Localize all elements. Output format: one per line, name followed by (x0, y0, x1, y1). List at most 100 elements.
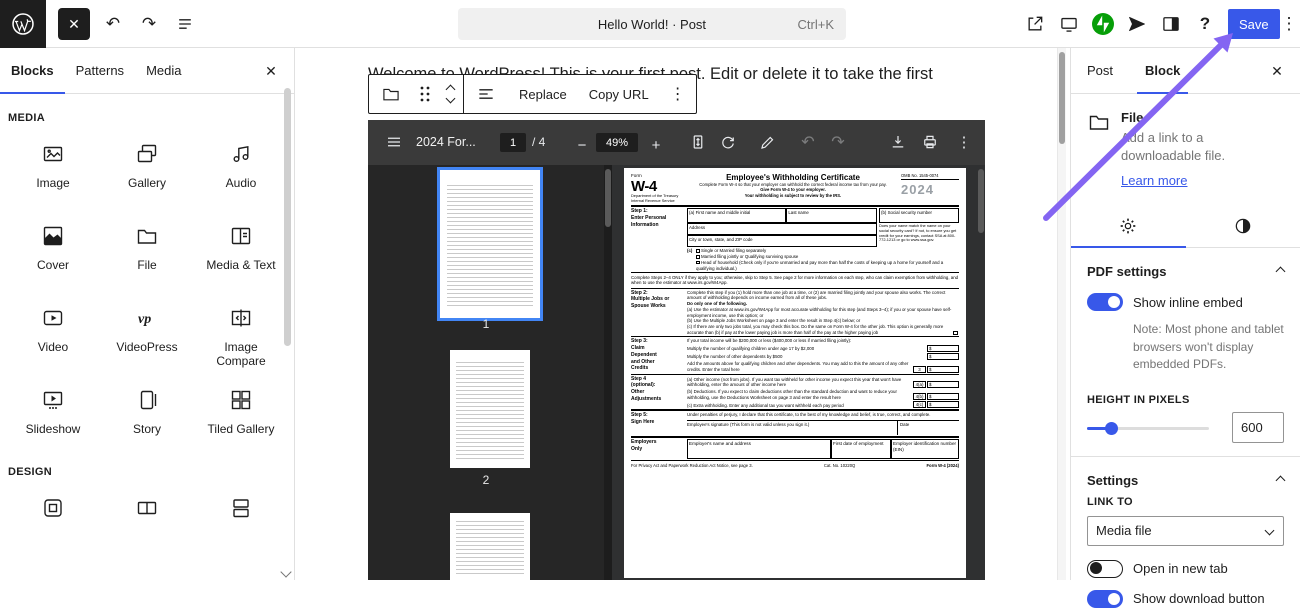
pdf-more-button[interactable]: ⋮ (952, 130, 976, 154)
command-center-bar[interactable]: Hello World! · Post Ctrl+K (458, 8, 846, 40)
block-item-audio[interactable]: Audio (194, 128, 288, 210)
block-item-file[interactable]: File (100, 210, 194, 292)
inserter-scrollbar-thumb[interactable] (284, 88, 291, 346)
block-item-image[interactable]: Image (6, 128, 100, 210)
thumbnail-scrollbar[interactable] (604, 165, 612, 580)
pdf-undo-button[interactable]: ↶ (796, 130, 820, 154)
block-item-row[interactable] (100, 482, 194, 564)
save-button[interactable]: Save (1228, 9, 1280, 39)
tab-blocks-label: Blocks (11, 63, 54, 78)
pdf-zoom-out-button[interactable]: − (570, 133, 594, 157)
tab-block[interactable]: Block (1129, 48, 1196, 93)
w4-filing-1: Single or Married filing separately (701, 248, 766, 253)
align-button[interactable] (464, 75, 508, 113)
show-download-toggle[interactable] (1087, 590, 1123, 608)
scroll-down-chevron-icon[interactable] (280, 566, 291, 577)
block-item-cover[interactable]: Cover (6, 210, 100, 292)
pdf-download-button[interactable] (886, 130, 910, 154)
block-item-stack[interactable] (194, 482, 288, 564)
block-item-group[interactable] (6, 482, 100, 564)
cover-block-icon (41, 224, 65, 248)
settings-panel-toggle[interactable]: Settings (1071, 456, 1300, 496)
close-inserter-panel-button[interactable]: ✕ (260, 60, 282, 82)
preview-devices-button[interactable] (1056, 11, 1082, 37)
open-new-tab-label: Open in new tab (1133, 561, 1228, 576)
pdf-rotate-button[interactable] (716, 130, 740, 154)
editor-scrollbar[interactable] (1057, 48, 1066, 580)
block-item-label: Cover (37, 258, 69, 272)
block-item-videopress[interactable]: vp VideoPress (100, 292, 194, 374)
drag-handle[interactable] (413, 75, 437, 113)
block-item-story[interactable]: Story (100, 374, 194, 456)
jetpack-button[interactable] (1090, 11, 1116, 37)
pdf-settings-heading: PDF settings (1087, 264, 1166, 279)
open-new-tab-toggle[interactable] (1087, 560, 1123, 578)
block-item-label: Tiled Gallery (208, 422, 275, 436)
pdf-thumbnail-page-1[interactable] (440, 170, 540, 318)
tab-blocks[interactable]: Blocks (0, 48, 65, 93)
close-settings-button[interactable]: ✕ (1266, 60, 1288, 82)
w4-step4-c: (c) Extra withholding. Enter any additio… (687, 403, 912, 409)
height-input[interactable] (1232, 412, 1284, 443)
thumbnail-2-label: 2 (368, 473, 604, 487)
view-post-button[interactable] (1022, 11, 1048, 37)
tab-media[interactable]: Media (135, 48, 192, 93)
pdf-zoom-level[interactable]: 49% (596, 133, 638, 152)
tab-block-styles[interactable] (1186, 204, 1300, 247)
tab-media-label: Media (146, 63, 181, 78)
checkbox (696, 261, 700, 265)
block-item-slideshow[interactable]: Slideshow (6, 374, 100, 456)
monitor-icon (1059, 14, 1079, 34)
help-button[interactable]: ? (1192, 11, 1218, 37)
undo-button[interactable]: ↶ (100, 11, 126, 37)
pdf-fit-page-button[interactable] (686, 130, 710, 154)
pdf-annotate-button[interactable] (756, 130, 780, 154)
pdf-thumbnail-page-3[interactable] (450, 513, 530, 580)
block-item-label: Media & Text (206, 258, 275, 272)
block-options-button[interactable]: ⋮ (660, 75, 696, 113)
block-movers[interactable] (437, 75, 463, 113)
close-inserter-button[interactable]: ✕ (58, 8, 90, 40)
block-item-media-text[interactable]: Media & Text (194, 210, 288, 292)
publish-send-button[interactable] (1124, 11, 1150, 37)
w4-step3-label: Step 3: (631, 338, 684, 345)
tab-post[interactable]: Post (1071, 48, 1129, 93)
w4-line-number-box: 4(b) (913, 393, 926, 400)
tab-patterns[interactable]: Patterns (65, 48, 135, 93)
file-block-type-button[interactable] (369, 75, 413, 113)
options-menu-button[interactable]: ⋮ (1276, 11, 1300, 37)
file-block-icon (381, 84, 401, 104)
printer-icon (921, 133, 939, 151)
document-overview-button[interactable] (172, 11, 198, 37)
pdf-zoom-in-button[interactable]: + (644, 133, 668, 157)
show-inline-embed-toggle[interactable] (1087, 293, 1123, 311)
link-to-select[interactable]: Media file (1087, 516, 1284, 546)
tab-block-settings[interactable] (1071, 204, 1186, 247)
thumbnail-scrollbar-thumb[interactable] (605, 169, 611, 227)
w4-line-number-box: 3 (913, 366, 926, 373)
wordpress-logo[interactable] (0, 0, 46, 48)
learn-more-link[interactable]: Learn more (1121, 173, 1187, 188)
block-toolbar: Replace Copy URL ⋮ (368, 74, 697, 114)
slideshow-block-icon (41, 388, 65, 412)
replace-button[interactable]: Replace (508, 75, 578, 113)
block-item-tiled-gallery[interactable]: Tiled Gallery (194, 374, 288, 456)
w4-step4-a: (a) Other income (not from jobs). If you… (687, 377, 912, 388)
pdf-settings-panel-toggle[interactable]: PDF settings (1071, 248, 1300, 287)
rotate-icon (719, 133, 737, 151)
block-item-image-compare[interactable]: Image Compare (194, 292, 288, 374)
height-slider-knob[interactable] (1105, 422, 1118, 435)
w4-amount-box: $ (927, 345, 959, 352)
settings-sidebar-toggle[interactable] (1158, 11, 1184, 37)
pdf-scrollbar-thumb[interactable] (978, 169, 984, 233)
block-item-gallery[interactable]: Gallery (100, 128, 194, 210)
redo-button[interactable]: ↷ (136, 11, 162, 37)
pdf-thumbnail-page-2[interactable] (450, 350, 530, 468)
pdf-page-input[interactable]: 1 (500, 133, 526, 152)
pdf-print-button[interactable] (918, 130, 942, 154)
editor-scrollbar-thumb[interactable] (1059, 52, 1065, 144)
copy-url-button[interactable]: Copy URL (578, 75, 660, 113)
pdf-redo-button[interactable]: ↷ (826, 130, 850, 154)
block-item-video[interactable]: Video (6, 292, 100, 374)
pdf-sidebar-toggle-button[interactable] (382, 130, 406, 154)
